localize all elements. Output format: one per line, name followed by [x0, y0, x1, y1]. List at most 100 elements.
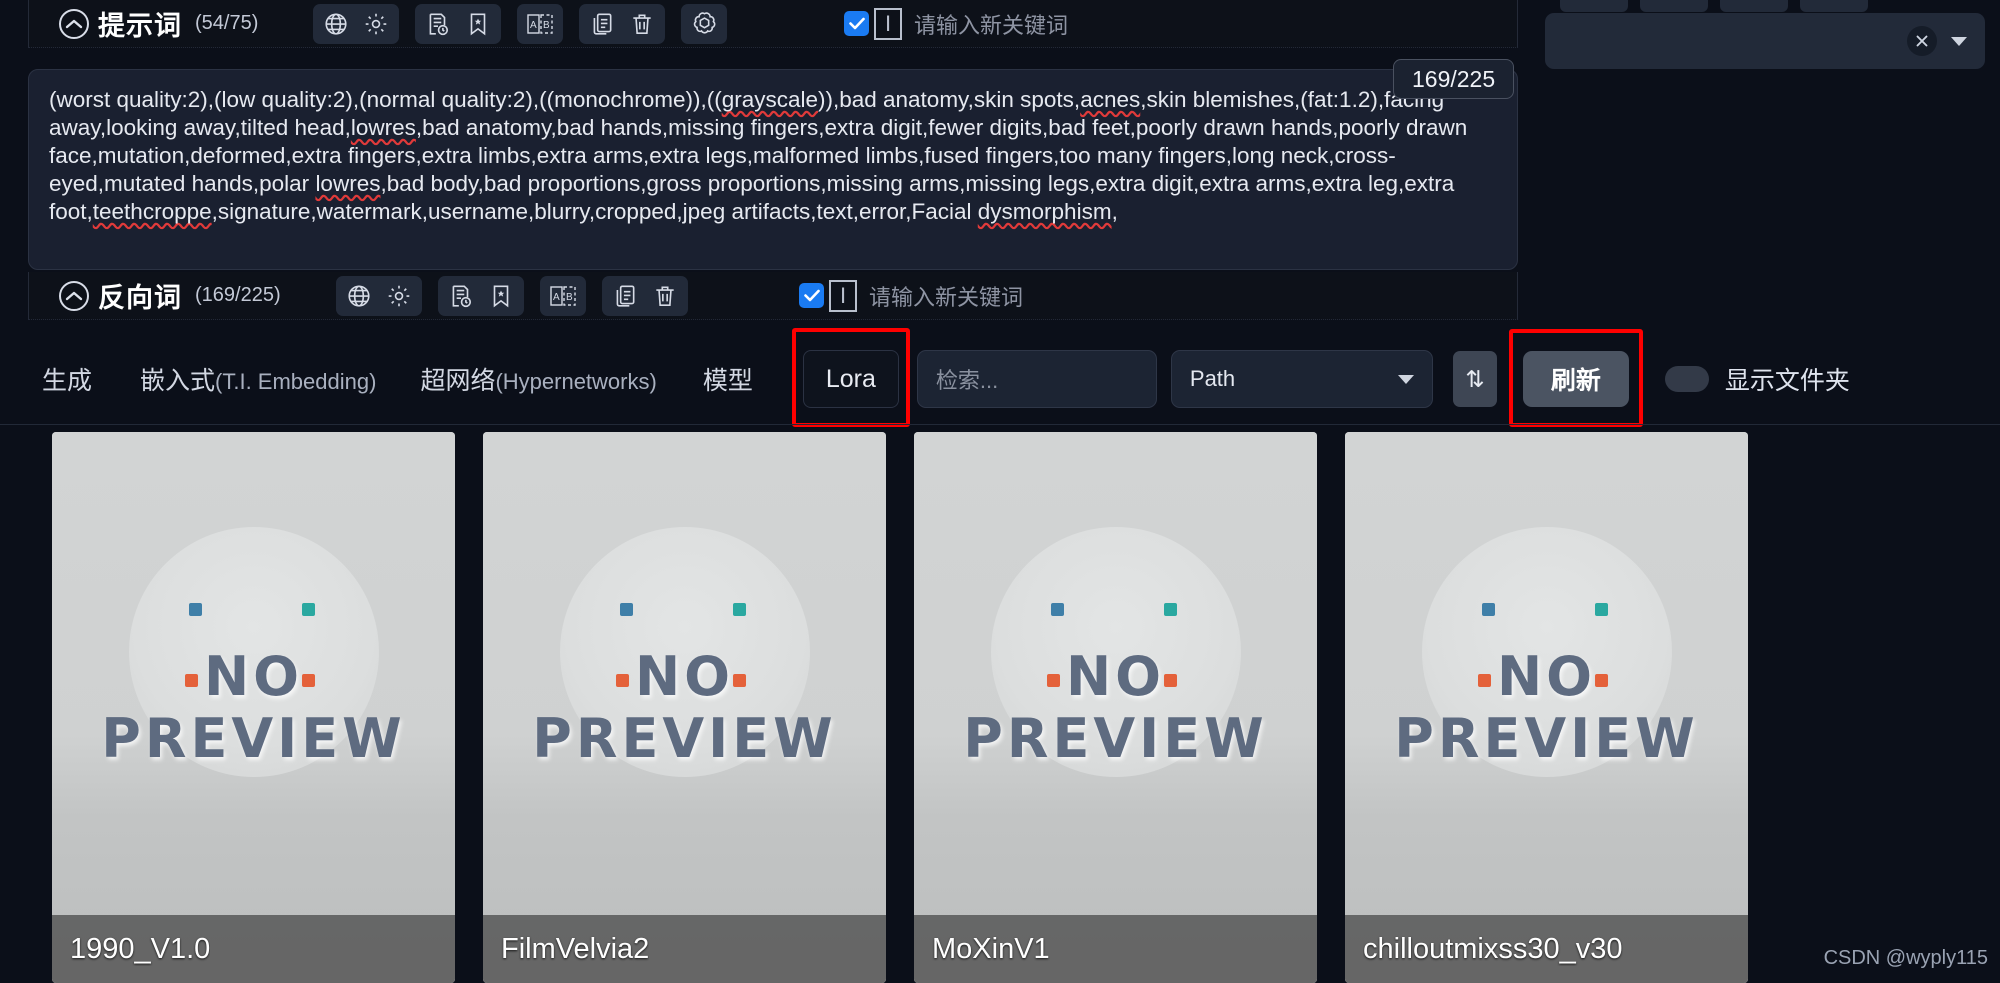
- watermark-text: CSDN @wyply115: [1823, 947, 1988, 969]
- openai-icon[interactable]: [684, 5, 724, 43]
- prompt-text-misspell-3: lowres: [350, 115, 416, 140]
- no-preview-line2: PREVIEW: [101, 706, 406, 770]
- tab-generate[interactable]: 生成: [42, 361, 92, 397]
- token-count-tooltip: 169/225: [1393, 59, 1515, 99]
- top-right-stub-2: [1640, 0, 1708, 12]
- no-preview-text: NO PREVIEW: [483, 645, 886, 770]
- negative-section-title: 反向词: [98, 283, 182, 313]
- tab-hypernetworks-paren: (Hypernetworks): [495, 369, 657, 394]
- left-gutter: [0, 0, 28, 335]
- no-preview-line1: NO: [203, 644, 304, 708]
- negative-collapse-icon[interactable]: [59, 280, 89, 311]
- show-folder-toggle[interactable]: [1664, 366, 1709, 392]
- prompt-collapse-icon[interactable]: [59, 8, 89, 39]
- trash-icon[interactable]: [622, 5, 662, 43]
- prompt-token-count: (54/75): [195, 12, 259, 34]
- card-title: chilloutmixss30_v30: [1363, 932, 1623, 965]
- trash-icon[interactable]: [645, 277, 685, 315]
- card-footer: MoXinV1: [914, 915, 1317, 983]
- top-right-stub-3: [1720, 0, 1788, 12]
- no-preview-line1: NO: [1065, 644, 1166, 708]
- prompt-new-keyword-row: I 请输入新关键词: [844, 4, 1474, 44]
- prompt-text-misspell-2: acnes: [1080, 87, 1141, 112]
- app-root: 提示词 (54/75) AB I 请输入新关键词 (worst quality:…: [0, 0, 2000, 983]
- tabs-toolbar: 生成 嵌入式(T.I. Embedding) 超网络(Hypernetworks…: [0, 328, 2000, 427]
- no-preview-line2: PREVIEW: [963, 706, 1268, 770]
- top-right-select-field[interactable]: [1545, 13, 1985, 69]
- gear-icon[interactable]: [356, 5, 396, 43]
- negative-prompt-textarea[interactable]: (worst quality:2),(low quality:2),(norma…: [28, 69, 1518, 270]
- ab-translate-icon[interactable]: AB: [520, 5, 560, 43]
- caret-down-icon[interactable]: [1951, 36, 1967, 46]
- svg-text:B: B: [543, 20, 550, 31]
- close-circle-icon[interactable]: [1907, 26, 1937, 56]
- lora-card-grid: NO PREVIEW 1990_V1.0 NO PREVIEW FilmVelv…: [0, 432, 2000, 983]
- prompt-section-header: 提示词 (54/75) AB I 请输入新关键词: [28, 0, 1518, 48]
- prompt-new-keyword-input[interactable]: 请输入新关键词: [914, 4, 1474, 44]
- refresh-button[interactable]: 刷新: [1522, 351, 1629, 407]
- text-cursor-icon: I: [874, 7, 902, 40]
- list-item[interactable]: NO PREVIEW FilmVelvia2: [483, 432, 886, 983]
- prompt-text-misspell-1: grayscale: [721, 87, 818, 112]
- grid-right-gutter: [1804, 432, 2000, 983]
- globe-icon[interactable]: [339, 277, 379, 315]
- show-folder-label: 显示文件夹: [1724, 367, 1850, 395]
- bookmark-star-icon[interactable]: [458, 5, 498, 43]
- no-preview-text: NO PREVIEW: [1345, 644, 1748, 770]
- path-sort-select[interactable]: Path: [1170, 350, 1433, 408]
- text-cursor-icon: I: [829, 279, 857, 312]
- prompt-text-p6: ,signature,watermark,username,blurry,cro…: [211, 199, 978, 224]
- card-title: FilmVelvia2: [501, 932, 650, 965]
- svg-text:A: A: [530, 20, 537, 31]
- svg-text:B: B: [566, 292, 573, 303]
- card-footer: 1990_V1.0: [52, 915, 455, 983]
- toolbar-divider: [0, 424, 2000, 425]
- tab-hypernetworks[interactable]: 超网络(Hypernetworks): [420, 361, 656, 397]
- tab-embedding-paren: (T.I. Embedding): [215, 369, 377, 394]
- prompt-section-title: 提示词: [98, 11, 182, 41]
- copy-icon[interactable]: [605, 277, 645, 315]
- tab-embedding[interactable]: 嵌入式(T.I. Embedding): [140, 361, 376, 397]
- copy-icon[interactable]: [582, 5, 622, 43]
- negative-toolbar-group-1: [335, 275, 422, 316]
- negative-token-count: (169/225): [195, 284, 281, 306]
- card-title: MoXinV1: [932, 932, 1050, 965]
- prompt-text-p7: ,: [1111, 199, 1118, 224]
- negative-keyword-checkbox[interactable]: [799, 283, 824, 308]
- tab-hypernetworks-label: 超网络: [420, 367, 496, 395]
- negative-toolbar-group-4: [601, 275, 688, 316]
- top-right-stub-1: [1560, 0, 1628, 12]
- no-preview-text: NO PREVIEW: [914, 644, 1317, 770]
- bookmark-star-icon[interactable]: [481, 277, 521, 315]
- list-item[interactable]: NO PREVIEW 1990_V1.0: [52, 432, 455, 983]
- tab-model[interactable]: 模型: [703, 361, 753, 397]
- search-input[interactable]: 检索...: [916, 350, 1157, 408]
- prompt-text-misspell-5: teethcroppe: [92, 199, 212, 224]
- no-preview-line1: NO: [1496, 644, 1597, 708]
- tab-lora[interactable]: Lora: [802, 350, 899, 408]
- prompt-toolbar-group-1: [313, 3, 400, 44]
- card-footer: FilmVelvia2: [483, 915, 886, 983]
- prompt-keyword-checkbox[interactable]: [844, 11, 869, 36]
- negative-new-keyword-row: I 请输入新关键词: [799, 276, 1429, 316]
- ab-translate-icon[interactable]: AB: [543, 277, 583, 315]
- negative-new-keyword-input[interactable]: 请输入新关键词: [869, 276, 1429, 316]
- history-list-icon[interactable]: [418, 5, 458, 43]
- prompt-toolbar-group-3: AB: [517, 3, 564, 44]
- list-item[interactable]: NO PREVIEW chilloutmixss30_v30: [1345, 432, 1748, 983]
- card-thumbnail: NO PREVIEW: [483, 432, 886, 983]
- history-list-icon[interactable]: [441, 277, 481, 315]
- list-item[interactable]: NO PREVIEW MoXinV1: [914, 432, 1317, 983]
- negative-toolbar-group-3: AB: [539, 275, 586, 316]
- card-thumbnail: NO PREVIEW: [1345, 432, 1748, 983]
- svg-text:A: A: [553, 292, 560, 303]
- chevron-down-icon: [1397, 374, 1414, 384]
- refresh-button-wrap: 刷新: [1508, 329, 1643, 427]
- prompt-text-misspell-4: lowres: [315, 171, 381, 196]
- globe-icon[interactable]: [316, 5, 356, 43]
- gear-icon[interactable]: [379, 277, 419, 315]
- card-thumbnail: NO PREVIEW: [52, 432, 455, 983]
- prompt-text-misspell-6: dysmorphism: [977, 199, 1112, 224]
- negative-toolbar-group-2: [437, 275, 524, 316]
- sort-order-button[interactable]: ⇅: [1452, 351, 1497, 407]
